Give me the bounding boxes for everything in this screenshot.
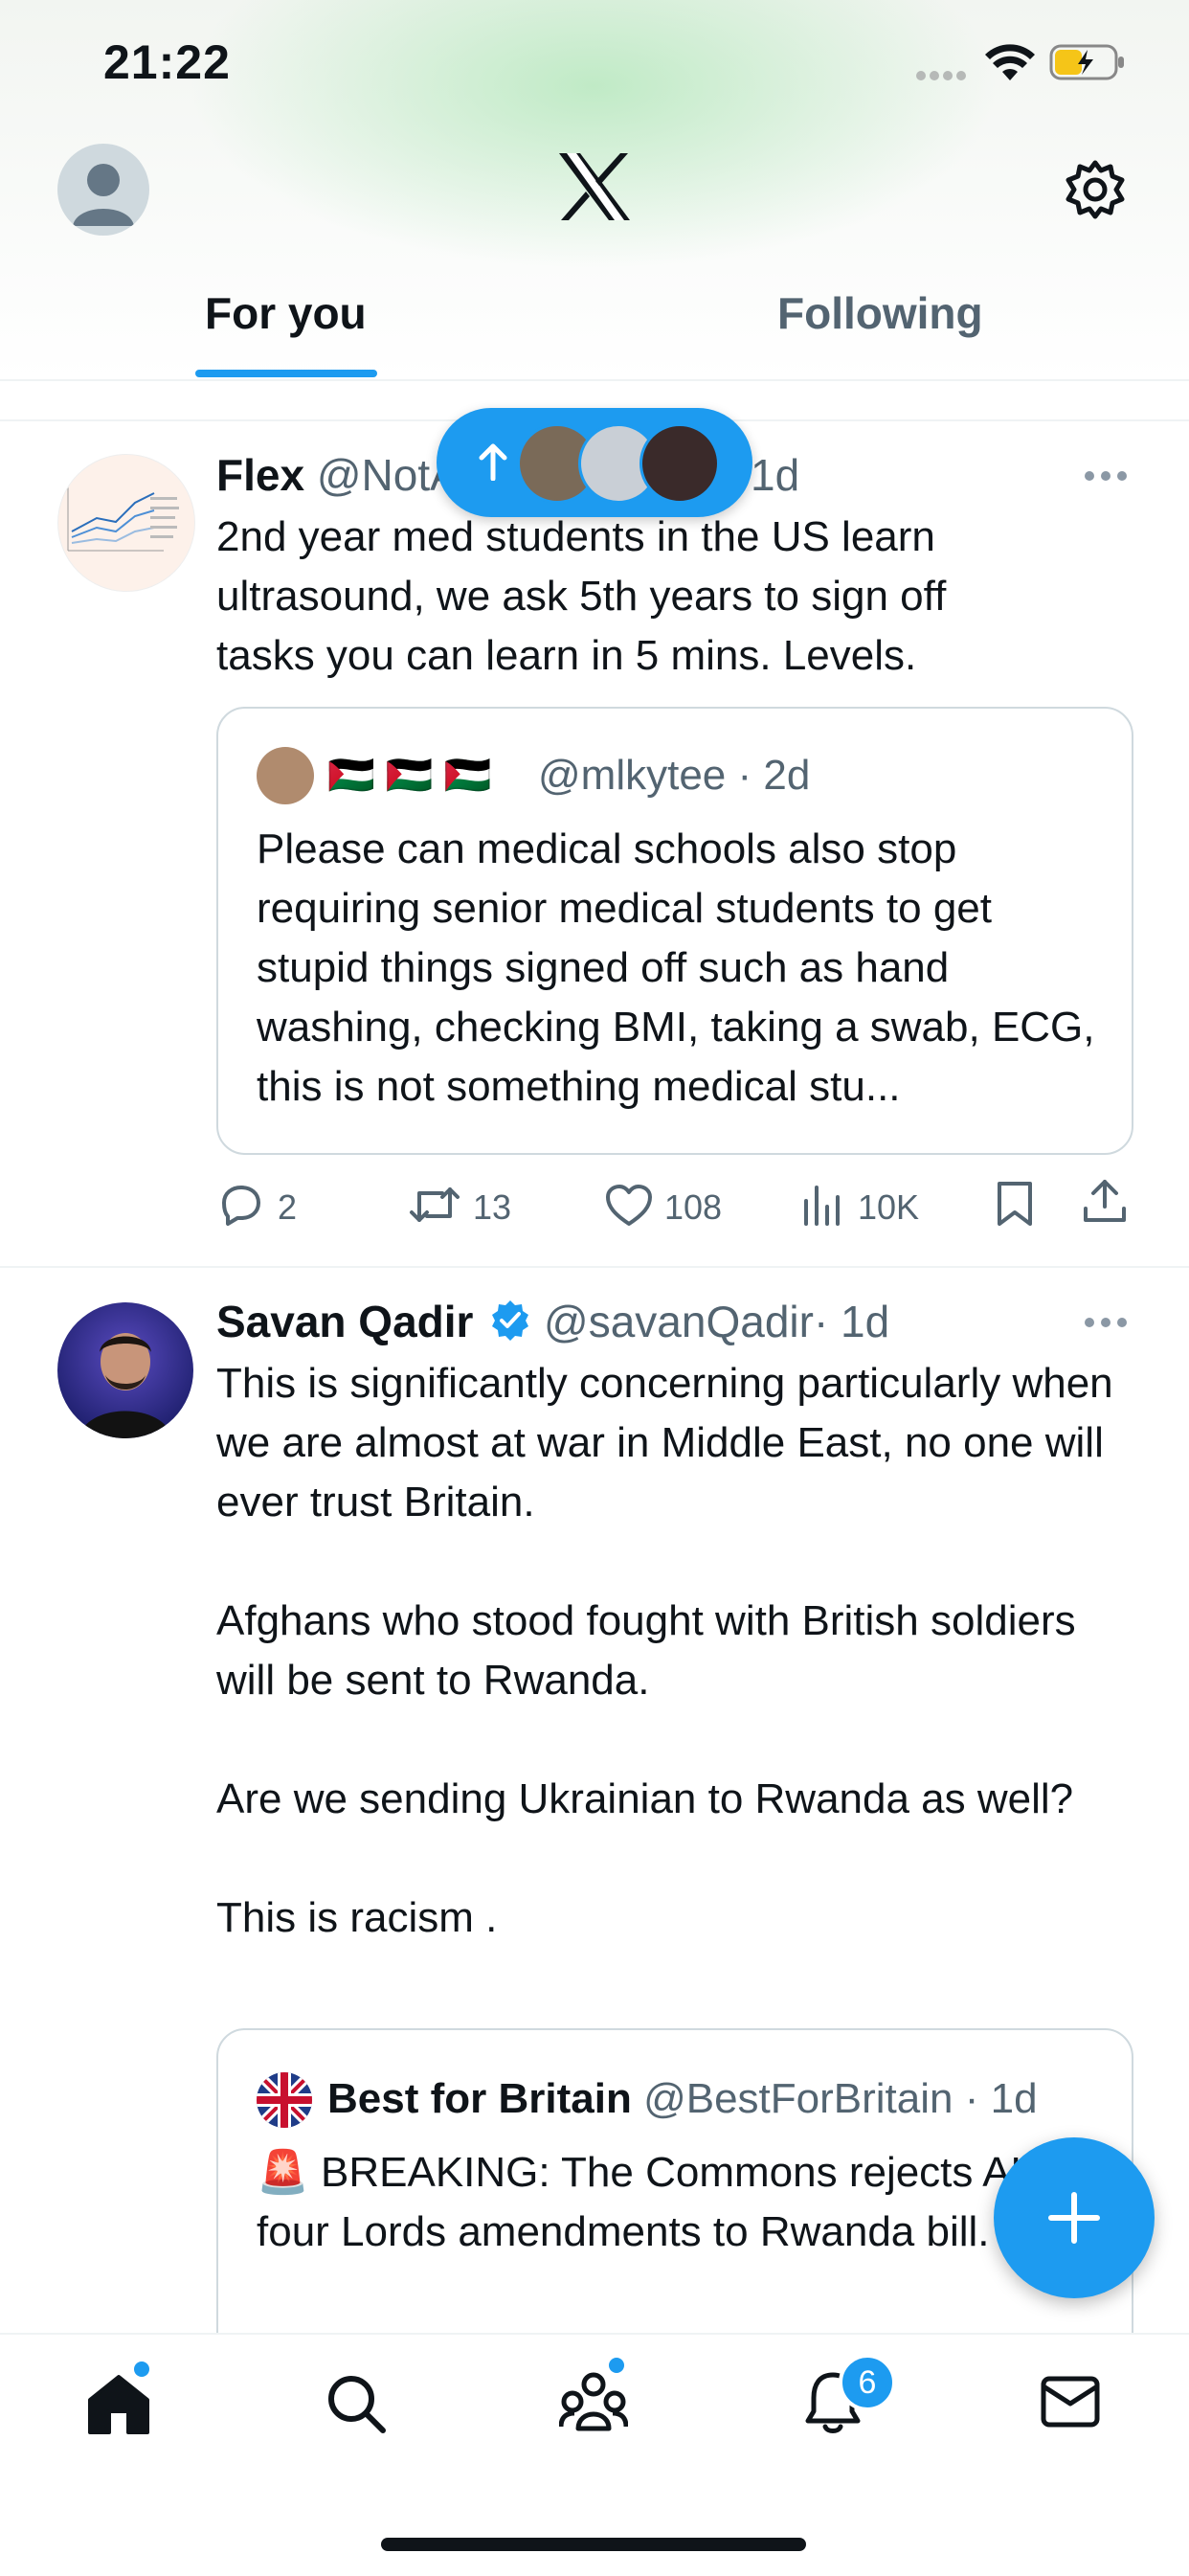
x-logo-icon	[557, 151, 632, 227]
pill-avatar	[639, 423, 720, 504]
tweet-header: Flex @NotA	[216, 446, 460, 504]
share-icon[interactable]	[1082, 1178, 1128, 1231]
verified-badge-icon	[489, 1297, 531, 1354]
tweet-time: 1d	[751, 450, 800, 500]
quote-tweet[interactable]: 🇵🇸 🇵🇸 🇵🇸 @mlkytee · 2d Please can medica…	[216, 707, 1133, 1155]
settings-gear-icon[interactable]	[1065, 159, 1126, 225]
compose-button[interactable]	[994, 2137, 1155, 2298]
retweet-count: 13	[473, 1187, 512, 1227]
wifi-icon	[984, 42, 1036, 87]
tweet-author-name[interactable]: Flex	[216, 450, 304, 500]
quote-time: · 2d	[737, 752, 811, 799]
heart-icon	[606, 1185, 652, 1226]
new-posts-pill[interactable]	[437, 408, 752, 517]
tweet-text: This is significantly concerning particu…	[216, 1360, 1113, 1941]
communities-icon[interactable]	[558, 2369, 629, 2437]
tweet-author-handle[interactable]: @savanQadir	[544, 1297, 814, 1346]
tweet-avatar[interactable]	[57, 454, 195, 592]
views-count: 10K	[858, 1187, 920, 1227]
quote-flags: 🇵🇸 🇵🇸 🇵🇸	[327, 755, 492, 797]
reply-count: 2	[278, 1187, 298, 1227]
home-unread-dot	[134, 2361, 149, 2377]
profile-avatar[interactable]	[57, 144, 149, 236]
bookmark-icon[interactable]	[996, 1180, 1034, 1232]
header-divider	[0, 379, 1189, 381]
quote-avatar	[257, 747, 314, 804]
plus-icon	[1048, 2192, 1100, 2244]
views-chart-icon	[804, 1186, 840, 1226]
status-time: 21:22	[103, 35, 231, 89]
tweet-avatar[interactable]	[57, 1302, 193, 1438]
messages-mail-icon[interactable]	[1040, 2375, 1101, 2433]
quote-author-name: Best for Britain	[327, 2075, 632, 2122]
tweet-text: 2nd year med students in the US learn ul…	[216, 513, 947, 679]
tweet-divider	[0, 1266, 1189, 1268]
home-indicator	[381, 2538, 806, 2551]
home-icon[interactable]	[86, 2373, 151, 2439]
search-icon[interactable]	[325, 2373, 387, 2439]
tweet-author-name[interactable]: Savan Qadir	[216, 1297, 473, 1346]
reply-icon	[222, 1186, 260, 1226]
tab-for-you[interactable]: For you	[205, 287, 367, 339]
more-options-icon[interactable]	[1084, 1316, 1128, 1333]
communities-unread-dot	[609, 2358, 624, 2373]
notifications-count: 6	[858, 2364, 877, 2401]
more-options-icon[interactable]	[1084, 469, 1128, 486]
quote-time: · 1d	[964, 2075, 1038, 2122]
battery-icon	[1049, 44, 1126, 87]
tweet-header: Savan Qadir @savanQadir· 1d	[216, 1293, 889, 1354]
quote-header: Best for Britain @BestForBritain · 1d	[327, 2070, 1038, 2128]
quote-handle: @mlkytee · 2d	[538, 747, 810, 804]
quote-author-handle: @mlkytee	[538, 752, 727, 799]
quote-text: 🚨 BREAKING: The Commons rejects ALL four…	[257, 2149, 1056, 2255]
arrow-up-icon	[477, 442, 509, 486]
notifications-badge: 6	[839, 2354, 896, 2411]
tab-following[interactable]: Following	[777, 287, 983, 339]
quote-author-handle: @BestForBritain	[643, 2075, 953, 2122]
tweet-time: · 1d	[813, 1297, 890, 1346]
quote-text: Please can medical schools also stop req…	[257, 825, 1095, 1110]
tab-for-you-indicator	[195, 370, 377, 377]
signal-icon	[915, 69, 969, 87]
retweet-icon	[410, 1187, 460, 1222]
like-count: 108	[664, 1187, 723, 1227]
union-flag-avatar	[257, 2072, 312, 2128]
